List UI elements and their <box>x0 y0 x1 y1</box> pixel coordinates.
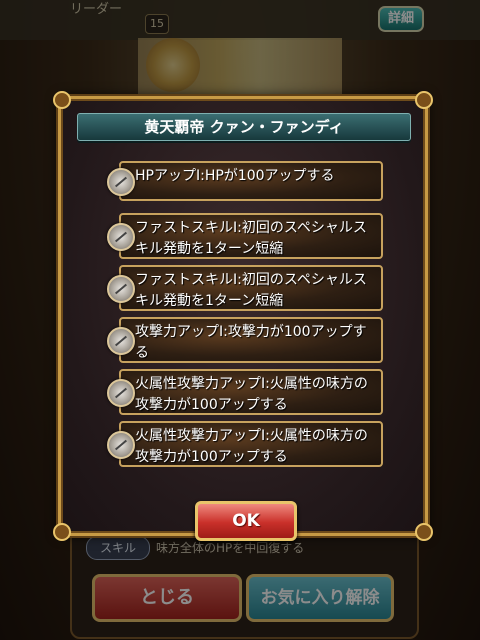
ability-item: 火属性攻撃力アップⅠ:火属性の味方の攻撃力が100アップする <box>107 369 383 415</box>
hp-up-icon <box>107 168 135 196</box>
ability-text: ファストスキルⅠ:初回のスペシャルスキル発動を1ターン短縮 <box>135 272 367 309</box>
ability-item: 攻撃力アップⅠ:攻撃力が100アップする <box>107 317 383 363</box>
ability-item: ファストスキルⅠ:初回のスペシャルスキル発動を1ターン短縮 <box>107 265 383 311</box>
ability-text: 火属性攻撃力アップⅠ:火属性の味方の攻撃力が100アップする <box>135 428 368 465</box>
ability-item: HPアップⅠ:HPが100アップする <box>107 161 383 201</box>
fast-skill-icon <box>107 223 135 251</box>
dialog-title: 黄天覇帝 クァン・ファンディ <box>77 113 411 141</box>
ability-text: HPアップⅠ:HPが100アップする <box>135 168 335 184</box>
ability-text: 火属性攻撃力アップⅠ:火属性の味方の攻撃力が100アップする <box>135 376 368 413</box>
frame-corner-ornament <box>415 91 433 109</box>
ability-item: 火属性攻撃力アップⅠ:火属性の味方の攻撃力が100アップする <box>107 421 383 467</box>
frame-corner-ornament <box>53 523 71 541</box>
ability-text: ファストスキルⅠ:初回のスペシャルスキル発動を1ターン短縮 <box>135 220 367 257</box>
attack-up-icon <box>107 327 135 355</box>
ability-dialog: 黄天覇帝 クァン・ファンディ HPアップⅠ:HPが100アップする ファストスキ… <box>53 91 433 541</box>
ok-button[interactable]: OK <box>195 501 297 541</box>
ability-item: ファストスキルⅠ:初回のスペシャルスキル発動を1ターン短縮 <box>107 213 383 259</box>
ability-text: 攻撃力アップⅠ:攻撃力が100アップする <box>135 324 367 361</box>
fire-attack-up-icon <box>107 379 135 407</box>
frame-corner-ornament <box>53 91 71 109</box>
fire-attack-up-icon <box>107 431 135 459</box>
frame-corner-ornament <box>415 523 433 541</box>
fast-skill-icon <box>107 275 135 303</box>
